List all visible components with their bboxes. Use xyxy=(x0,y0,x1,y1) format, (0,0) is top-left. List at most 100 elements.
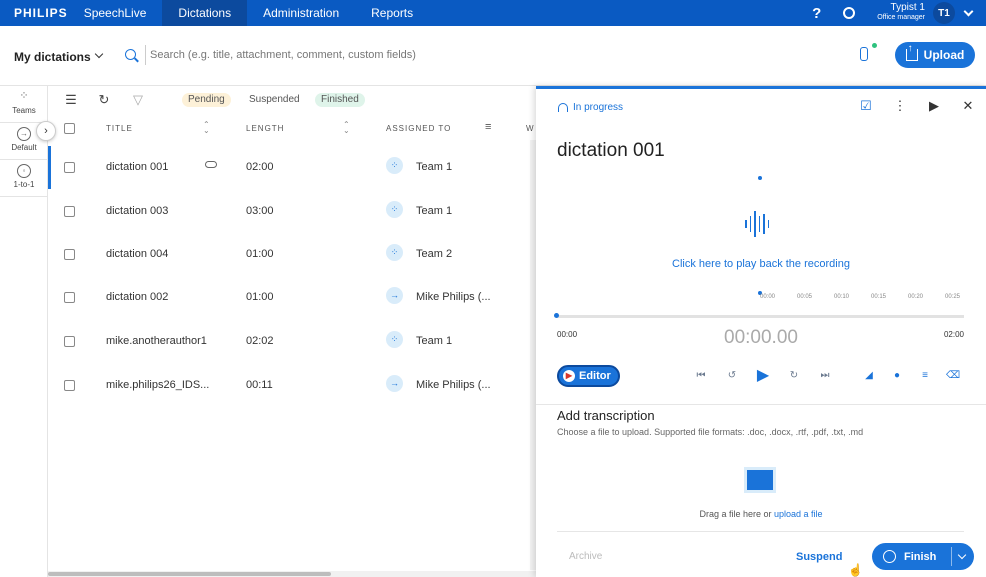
table-row[interactable]: mike.philips26_IDS... 00:11 → Mike Phili… xyxy=(48,364,538,407)
row-assigned: Mike Philips (... xyxy=(416,291,491,303)
table-row[interactable]: dictation 003 03:00 ⁘ Team 1 xyxy=(48,190,538,233)
rewind-icon[interactable]: ↺ xyxy=(725,369,739,383)
team-icon: ⁘ xyxy=(386,157,403,174)
play-icon[interactable]: ▶ xyxy=(756,368,770,384)
upload-file-link[interactable]: upload a file xyxy=(774,509,823,519)
table-row[interactable]: dictation 001 02:00 ⁘ Team 1 xyxy=(48,146,538,189)
row-checkbox[interactable] xyxy=(64,380,75,391)
dictation-title: dictation 001 xyxy=(557,140,665,161)
archive-button[interactable]: Archive xyxy=(569,551,602,562)
filter-icon[interactable]: ▽ xyxy=(131,93,145,107)
chevron-down-icon[interactable] xyxy=(94,49,104,59)
microphone-icon[interactable] xyxy=(860,47,868,61)
row-checkbox[interactable] xyxy=(64,336,75,347)
row-assigned: Team 1 xyxy=(416,335,453,347)
row-checkbox[interactable] xyxy=(64,206,75,217)
left-rail: ⁘ Teams → Default ◦ 1-to-1 xyxy=(0,86,48,577)
column-filter-icon[interactable]: ≡ xyxy=(485,121,492,133)
row-checkbox[interactable] xyxy=(64,292,75,303)
status-badge: In progress xyxy=(558,102,623,113)
product-name: SpeechLive xyxy=(83,6,147,20)
column-length[interactable]: LENGTH xyxy=(246,124,284,133)
chevron-down-icon[interactable] xyxy=(963,6,974,16)
avatar[interactable]: T1 xyxy=(933,2,955,24)
settings-sliders-icon[interactable]: ☰ xyxy=(64,93,78,107)
suspend-button[interactable]: Suspend xyxy=(796,551,842,563)
column-title[interactable]: TITLE xyxy=(106,124,133,133)
skip-start-icon[interactable]: ⏮ xyxy=(694,369,708,383)
attachment-icon xyxy=(205,161,217,168)
row-checkbox[interactable] xyxy=(64,249,75,260)
table-row[interactable]: dictation 002 01:00 → Mike Philips (... xyxy=(48,276,538,319)
skip-end-icon[interactable]: ⏭ xyxy=(818,369,832,383)
forward-icon[interactable]: ↻ xyxy=(787,369,801,383)
my-dictations-selector[interactable]: My dictations xyxy=(14,50,91,64)
user-icon: → xyxy=(386,287,403,304)
editor-button[interactable]: ▶ Editor xyxy=(557,365,620,387)
row-title: dictation 003 xyxy=(106,205,169,217)
speed-icon[interactable]: ● xyxy=(890,369,904,383)
row-length: 01:00 xyxy=(246,248,274,260)
playback-timeline[interactable] xyxy=(557,315,964,318)
search-icon xyxy=(125,49,136,60)
delete-icon[interactable]: ⌫ xyxy=(946,369,960,383)
drop-zone[interactable]: Drag a file here or upload a file xyxy=(536,509,986,519)
notification-icon[interactable] xyxy=(843,7,856,19)
upload-button[interactable]: Upload xyxy=(895,42,975,68)
main-nav: Dictations Administration Reports xyxy=(162,0,429,26)
table-row[interactable]: dictation 004 01:00 ⁘ Team 2 xyxy=(48,233,538,276)
column-w[interactable]: W xyxy=(526,124,535,133)
chevron-down-icon[interactable] xyxy=(957,550,967,560)
refresh-icon[interactable]: ↻ xyxy=(97,93,111,107)
timeline-handle[interactable] xyxy=(554,313,559,318)
expand-rail-button[interactable]: › xyxy=(36,121,56,141)
row-title: dictation 002 xyxy=(106,291,169,303)
user-icon: → xyxy=(386,375,403,392)
rail-item-one-to-one[interactable]: ◦ 1-to-1 xyxy=(0,160,48,197)
select-all-checkbox[interactable] xyxy=(64,123,75,134)
close-icon[interactable]: ✕ xyxy=(960,98,976,114)
topbar-actions: ? Typist 1 Office manager T1 xyxy=(812,0,986,26)
filter-pending[interactable]: Pending xyxy=(182,93,231,107)
open-window-icon[interactable]: ▶ xyxy=(926,98,942,114)
tab-dictations[interactable]: Dictations xyxy=(162,0,248,26)
rail-item-teams[interactable]: ⁘ Teams xyxy=(0,86,48,123)
level-dot xyxy=(758,176,762,180)
filter-finished[interactable]: Finished xyxy=(315,93,365,107)
ruler-tick: 00:00 xyxy=(760,294,776,300)
play-recording-link[interactable]: Click here to play back the recording xyxy=(536,258,986,270)
volume-icon[interactable]: ◢ xyxy=(862,369,876,383)
brand-logo: PHILIPS xyxy=(14,6,68,20)
row-checkbox[interactable] xyxy=(64,162,75,173)
tab-administration[interactable]: Administration xyxy=(247,0,355,26)
table-header: TITLE ⌃ ⌄ LENGTH ⌃ ⌄ ASSIGNED TO ≡ W xyxy=(48,118,538,140)
table-row[interactable]: mike.anotherauthor1 02:02 ⁘ Team 1 xyxy=(48,320,538,363)
row-assigned: Mike Philips (... xyxy=(416,379,491,391)
horizontal-scroll-thumb[interactable] xyxy=(48,572,331,576)
ruler-tick: 00:15 xyxy=(871,294,887,300)
more-icon[interactable]: ⋮ xyxy=(892,98,908,114)
panel-actions: ☑ ⋮ ▶ ✕ xyxy=(858,98,976,114)
waveform-icon[interactable] xyxy=(745,210,775,238)
transcription-hint: Choose a file to upload. Supported file … xyxy=(557,427,864,437)
edit-check-icon[interactable]: ☑ xyxy=(858,98,874,114)
user-role: Office manager xyxy=(877,14,925,21)
ruler-tick: 00:05 xyxy=(797,294,813,300)
search-input[interactable] xyxy=(150,44,490,66)
team-icon: ⁘ xyxy=(386,244,403,261)
column-assigned-to[interactable]: ASSIGNED TO xyxy=(386,124,451,133)
teams-icon: ⁘ xyxy=(19,90,29,102)
playback-controls: ⏮ ↺ ▶ ↻ ⏭ xyxy=(694,368,832,384)
sort-icon[interactable]: ⌃ ⌄ xyxy=(343,121,350,135)
equalizer-icon[interactable]: ≡ xyxy=(918,369,932,383)
tab-reports[interactable]: Reports xyxy=(355,0,429,26)
editor-label: Editor xyxy=(579,370,611,382)
user-info[interactable]: Typist 1 Office manager xyxy=(877,3,925,23)
finish-label: Finish xyxy=(904,550,937,563)
help-icon[interactable]: ? xyxy=(812,5,821,22)
rail-item-label: 1-to-1 xyxy=(13,180,35,189)
row-assigned: Team 2 xyxy=(416,248,453,260)
filter-suspended[interactable]: Suspended xyxy=(243,93,306,107)
sort-icon[interactable]: ⌃ ⌄ xyxy=(203,121,210,135)
finish-button[interactable]: Finish xyxy=(872,543,974,570)
